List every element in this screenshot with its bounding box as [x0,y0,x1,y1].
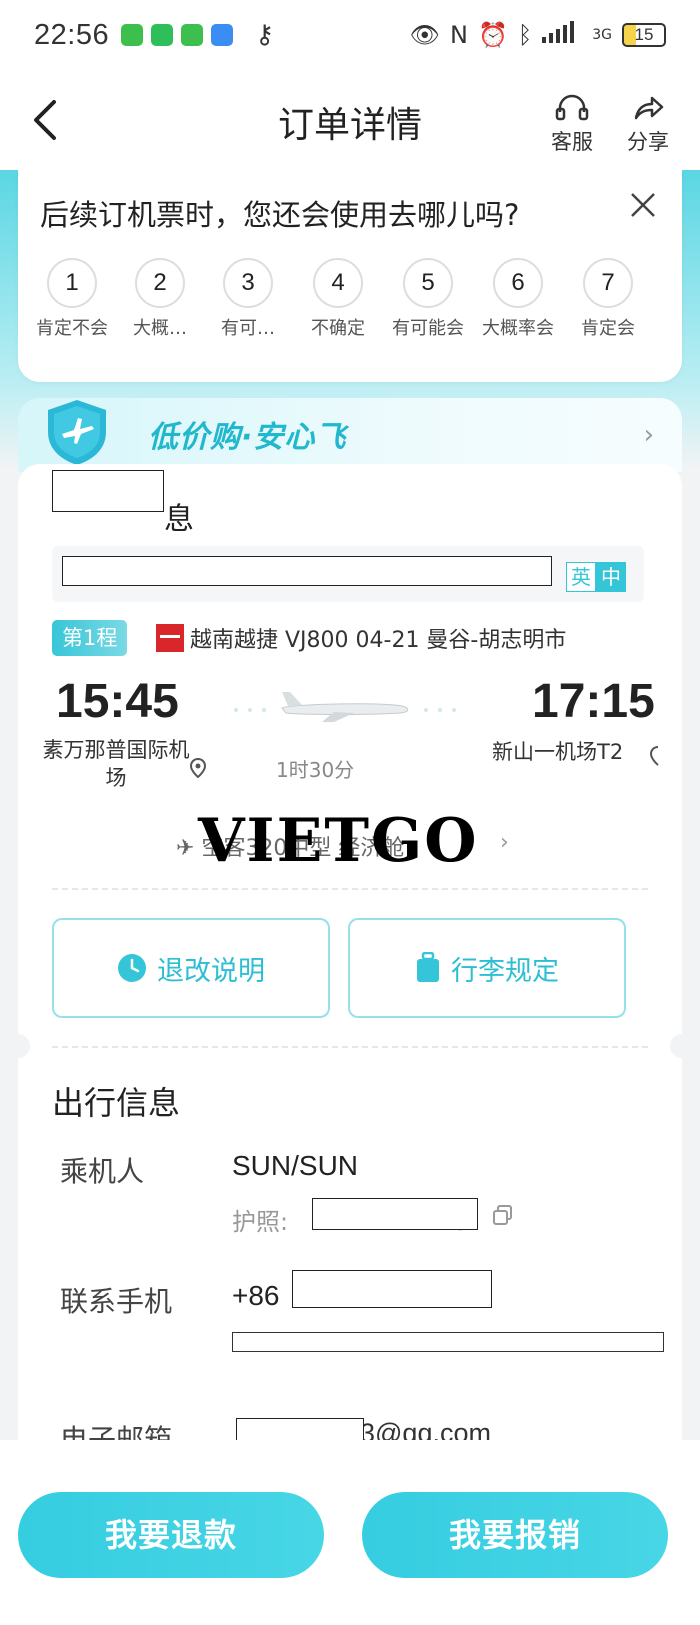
divider [52,1046,648,1048]
rating-label: 肯定不会 [36,318,108,339]
promo-text: 低价购·安心飞 [148,420,347,455]
clock-icon [118,954,146,982]
rating-number: 1 [47,258,97,308]
redacted-block [312,1198,478,1230]
chevron-right-icon: › [643,420,654,450]
eye-icon: 👁 [409,21,440,49]
ticket-notch-left [6,1034,30,1058]
nfc-icon: N [449,21,468,49]
key-icon: ⚷ [255,20,275,50]
location-pin-icon[interactable] [190,758,206,778]
watermark: VIETGO [198,806,479,876]
status-time: 22:56 [34,18,110,51]
alarm-icon: ⏰ [477,21,508,49]
baggage-rules-label: 行李规定 [451,955,559,987]
passenger-label: 乘机人 [60,1155,145,1188]
airline-logo [156,624,184,652]
arrival-airport: 新山一机场T2 [492,740,624,764]
battery-icon: 15 [622,23,666,47]
wechat-icon [121,24,144,46]
location-pin-icon[interactable] [650,746,662,766]
language-zh-toggle[interactable]: 中 [596,562,626,592]
status-bar: 22:56 ⚷ 👁 N ⏰ ᛒ 3G 15 [0,0,700,70]
customer-service-button[interactable]: 客服 [542,92,602,156]
redacted-block [62,556,552,586]
app-icon [211,24,234,46]
signal-icon [542,21,582,49]
redacted-block [232,1332,664,1352]
rating-label: 大概… [133,318,187,339]
share-icon [634,96,664,120]
rating-number: 5 [403,258,453,308]
satisfaction-survey: 后续订机票时，您还会使用去哪儿吗? 1 肯定不会 2 大概… 3 有可… 4 不… [18,170,682,382]
nav-header: 订单详情 客服 分享 [0,70,700,170]
whatsapp-icon [151,24,174,46]
service-label: 客服 [551,130,593,154]
redacted-block [236,1418,364,1442]
rating-label: 大概率会 [482,318,554,339]
copy-icon[interactable] [492,1204,514,1226]
chevron-right-icon: › [500,830,509,855]
rating-number: 7 [583,258,633,308]
rating-label: 有可… [221,318,275,339]
rating-option-5[interactable]: 5 有可能会 [388,258,468,340]
passenger-name: SUN/SUN [232,1150,359,1181]
low-price-promo-banner[interactable]: 低价购·安心飞 › [18,398,682,472]
survey-question: 后续订机票时，您还会使用去哪儿吗? [40,198,520,232]
rating-label: 有可能会 [392,318,464,339]
rating-number: 4 [313,258,363,308]
headset-icon [555,94,589,121]
flight-summary: 越南越捷 VJ800 04-21 曼谷-胡志明市 [190,628,567,653]
share-label: 分享 [627,130,669,154]
share-button[interactable]: 分享 [618,92,678,156]
ticket-notch-right [670,1034,694,1058]
rating-label: 肯定会 [581,318,635,339]
departure-time: 15:45 [56,675,179,728]
travel-info-title: 出行信息 [52,1084,181,1122]
luggage-icon [417,952,439,982]
redacted-block [292,1270,492,1308]
rating-number: 3 [223,258,273,308]
system-icons: 👁 N ⏰ ᛒ 3G 15 [410,21,666,49]
reimburse-button[interactable]: 我要报销 [362,1492,668,1578]
rating-option-7[interactable]: 7 肯定会 [568,258,648,340]
phone-label: 联系手机 [60,1285,173,1318]
bluetooth-icon: ᛒ [517,21,533,49]
rating-option-2[interactable]: 2 大概… [120,258,200,340]
chat-icon [181,24,204,46]
passport-label: 护照: [232,1208,289,1236]
flight-duration: 1时30分 [276,758,355,782]
bottom-action-bar: 我要退款 我要报销 [0,1440,700,1625]
phone-prefix: +86 [232,1280,280,1311]
rating-option-6[interactable]: 6 大概率会 [478,258,558,340]
rating-number: 6 [493,258,543,308]
rating-option-1[interactable]: 1 肯定不会 [32,258,112,340]
rating-label: 不确定 [311,318,365,339]
close-icon [631,193,655,217]
arrival-time: 17:15 [532,675,655,728]
network-type: 3G [592,27,612,43]
segment-badge: 第1程 [52,620,128,656]
rating-option-4[interactable]: 4 不确定 [298,258,378,340]
departure-airport: 素万那普国际机场 [42,738,190,790]
notification-icons [121,24,234,46]
rating-number: 2 [135,258,185,308]
rating-option-3[interactable]: 3 有可… [208,258,288,340]
shield-plane-icon [48,400,106,465]
plane-icon: ✈ [176,836,195,861]
baggage-rules-button[interactable]: 行李规定 [348,918,626,1018]
booking-info-title-tail: 息 [164,502,194,537]
refund-button[interactable]: 我要退款 [18,1492,324,1578]
refund-rules-button[interactable]: 退改说明 [52,918,330,1018]
redacted-block [52,470,164,512]
language-en-toggle[interactable]: 英 [566,562,596,592]
airplane-icon [234,692,456,722]
divider [52,888,648,890]
refund-rules-label: 退改说明 [157,955,265,987]
close-button[interactable] [626,188,660,222]
